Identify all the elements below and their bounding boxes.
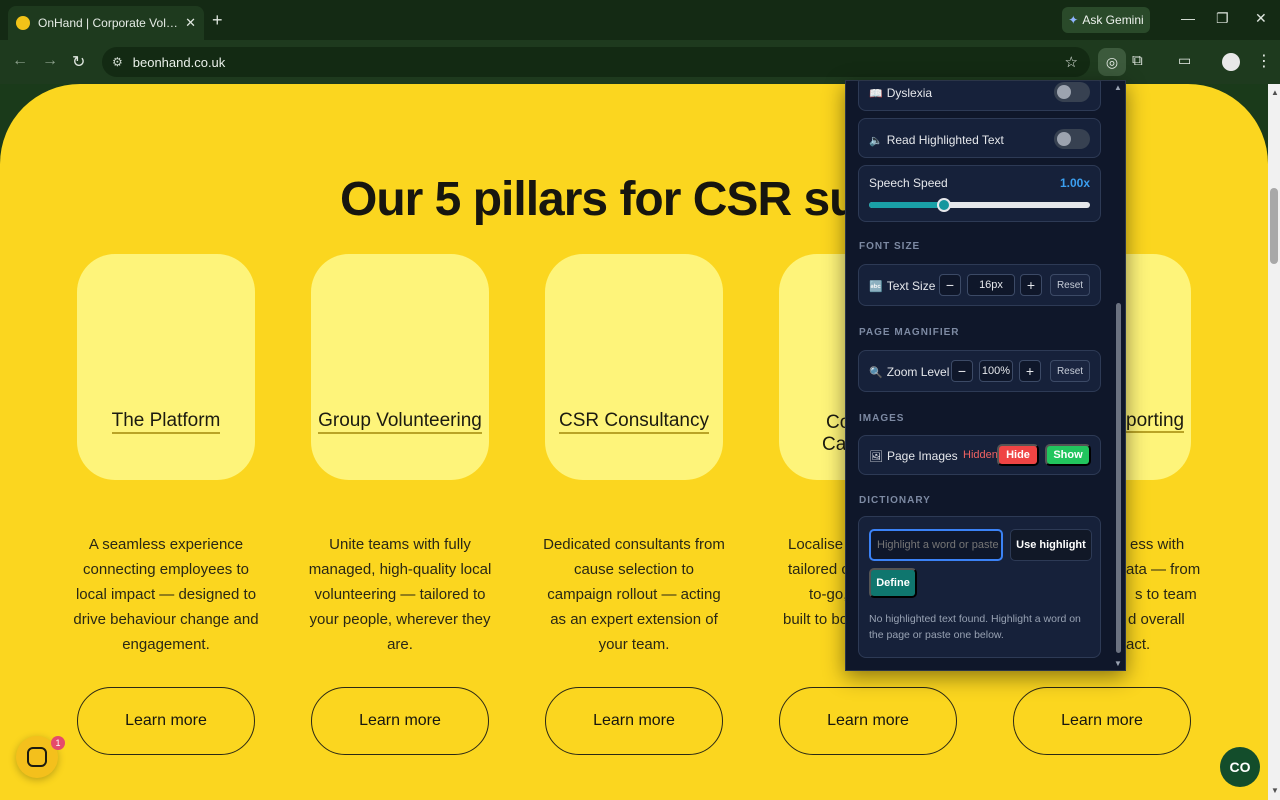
site-favicon-icon xyxy=(16,16,30,30)
read-highlighted-row: 🔈 Read Highlighted Text xyxy=(858,118,1101,158)
book-icon: 📖 xyxy=(869,88,883,100)
pillar-title: Group Volunteering xyxy=(318,410,482,434)
text-size-reset-button[interactable]: Reset xyxy=(1050,274,1090,296)
speech-speed-slider[interactable] xyxy=(869,198,1090,212)
zoom-increase-button[interactable]: + xyxy=(1019,360,1041,382)
magnifier-icon: 🔍 xyxy=(869,367,883,379)
text-size-label: Text Size xyxy=(886,279,936,293)
co-widget-button[interactable]: CO xyxy=(1220,747,1260,787)
read-highlighted-toggle[interactable] xyxy=(1054,129,1090,149)
dictionary-row: Use highlight Define No highlighted text… xyxy=(858,516,1101,658)
use-highlight-button[interactable]: Use highlight xyxy=(1010,529,1092,561)
panel-scrollbar[interactable]: ▲ ▼ xyxy=(1114,83,1123,669)
site-settings-icon[interactable]: ⚙ xyxy=(112,55,123,69)
pillar-description: Dedicated consultants from cause selecti… xyxy=(543,536,725,653)
dyslexia-row: 📖 Dyslexia xyxy=(858,81,1101,111)
font-size-section-label: FONT SIZE xyxy=(859,241,921,252)
speech-speed-label: Speech Speed xyxy=(869,176,948,190)
profile-avatar[interactable] xyxy=(1222,53,1240,71)
browser-tab[interactable]: OnHand | Corporate Volunteering ✕ xyxy=(8,6,204,40)
pillar-title: The Platform xyxy=(111,410,221,434)
images-status: Hidden xyxy=(963,449,998,461)
speaker-icon: 🔈 xyxy=(869,135,883,147)
window-close-icon[interactable]: ✕ xyxy=(1255,10,1267,27)
speech-speed-row: Speech Speed 1.00x xyxy=(858,165,1101,222)
text-size-decrease-button[interactable]: − xyxy=(939,274,961,296)
maximize-icon[interactable]: ❐ xyxy=(1216,10,1229,27)
page-scrollbar[interactable]: ▲ ▼ xyxy=(1268,84,1280,800)
forward-arrow-icon[interactable]: → xyxy=(42,52,58,70)
learn-more-button[interactable]: Learn more xyxy=(77,687,255,755)
text-size-increase-button[interactable]: + xyxy=(1020,274,1042,296)
learn-more-button[interactable]: Learn more xyxy=(311,687,489,755)
ask-gemini-label: Ask Gemini xyxy=(1082,13,1144,27)
browser-menu-icon[interactable]: ⋮ xyxy=(1256,51,1272,71)
pillar-description: A seamless experience connecting employe… xyxy=(73,536,259,653)
pillar-card-group-volunteering: Group Volunteering xyxy=(311,254,489,480)
url-text: beonhand.co.uk xyxy=(132,54,226,70)
tab-title: OnHand | Corporate Volunteering xyxy=(38,16,180,30)
pillar-title: porting xyxy=(1126,410,1185,433)
bookmark-star-icon[interactable]: ☆ xyxy=(1065,53,1078,71)
accessibility-panel: ▲ ▼ 📖 Dyslexia 🔈 Read Highlighted Text Spe… xyxy=(845,80,1126,671)
page-images-row: 🖼 Page Images Hidden Hide Show xyxy=(858,435,1101,475)
learn-more-button[interactable]: Learn more xyxy=(1013,687,1191,755)
text-size-icon: 🔤 xyxy=(869,281,883,293)
read-highlighted-label: Read Highlighted Text xyxy=(886,133,1004,147)
scrollbar-thumb[interactable] xyxy=(1270,188,1278,264)
browser-toolbar: ← → ↻ ⚙ beonhand.co.uk ☆ ◎ ⧉ ▭ ⋮ xyxy=(0,40,1280,84)
dictionary-input[interactable] xyxy=(869,529,1003,561)
slider-knob[interactable] xyxy=(937,198,952,212)
ask-gemini-button[interactable]: ✦ Ask Gemini xyxy=(1062,7,1150,33)
zoom-level-row: 🔍 Zoom Level − 100% + Reset xyxy=(858,350,1101,392)
dictionary-message: No highlighted text found. Highlight a w… xyxy=(869,613,1081,641)
zoom-level-value: 100% xyxy=(979,360,1013,382)
show-images-button[interactable]: Show xyxy=(1045,444,1091,466)
dictionary-section-label: DICTIONARY xyxy=(859,495,931,506)
pillar-description: ess with ata — from s to team d overall … xyxy=(1126,536,1201,653)
side-panel-icon[interactable]: ▭ xyxy=(1178,52,1191,69)
dyslexia-toggle[interactable] xyxy=(1054,82,1090,102)
panel-scrollbar-thumb[interactable] xyxy=(1116,303,1121,653)
slider-fill xyxy=(869,202,945,208)
text-size-value: 16px xyxy=(967,274,1015,296)
learn-more-button[interactable]: Learn more xyxy=(779,687,957,755)
accessibility-extension-icon[interactable]: ◎ xyxy=(1098,48,1126,76)
define-button[interactable]: Define xyxy=(869,568,917,598)
pillar-title: CSR Consultancy xyxy=(559,410,709,434)
hide-images-button[interactable]: Hide xyxy=(997,444,1039,466)
scroll-down-icon[interactable]: ▼ xyxy=(1271,786,1279,795)
pillar-card-csr-consultancy: CSR Consultancy xyxy=(545,254,723,480)
image-icon: 🖼 xyxy=(869,451,883,463)
new-tab-button[interactable]: + xyxy=(212,10,223,31)
zoom-decrease-button[interactable]: − xyxy=(951,360,973,382)
learn-more-button[interactable]: Learn more xyxy=(545,687,723,755)
section-heading: Our 5 pillars for CSR succ xyxy=(340,173,910,226)
dyslexia-label: Dyslexia xyxy=(886,86,933,100)
images-section-label: IMAGES xyxy=(859,413,905,424)
page-magnifier-section-label: PAGE MAGNIFIER xyxy=(859,327,960,338)
pillar-card-platform: The Platform xyxy=(77,254,255,480)
speech-speed-value: 1.00x xyxy=(1059,176,1090,190)
page-images-label: Page Images xyxy=(886,449,958,463)
text-size-row: 🔤 Text Size − 16px + Reset xyxy=(858,264,1101,306)
panel-scroll-up-icon[interactable]: ▲ xyxy=(1114,83,1122,92)
minimize-icon[interactable]: — xyxy=(1181,10,1195,26)
address-bar[interactable]: ⚙ beonhand.co.uk ☆ xyxy=(102,47,1090,77)
back-arrow-icon[interactable]: ← xyxy=(12,52,28,70)
chat-notification-badge: 1 xyxy=(51,736,65,750)
panel-scroll-down-icon[interactable]: ▼ xyxy=(1114,659,1122,668)
extensions-puzzle-icon[interactable]: ⧉ xyxy=(1132,52,1143,69)
tab-close-icon[interactable]: ✕ xyxy=(185,15,196,31)
scroll-up-icon[interactable]: ▲ xyxy=(1271,88,1279,97)
browser-tabstrip: OnHand | Corporate Volunteering ✕ + ✦ As… xyxy=(0,0,1280,40)
chat-bubble-icon xyxy=(27,747,47,767)
zoom-reset-button[interactable]: Reset xyxy=(1050,360,1090,382)
zoom-level-label: Zoom Level xyxy=(886,365,950,379)
gemini-sparkle-icon: ✦ xyxy=(1068,13,1079,27)
pillar-description: Unite teams with fully managed, high-qua… xyxy=(308,536,492,653)
reload-icon[interactable]: ↻ xyxy=(72,52,85,72)
